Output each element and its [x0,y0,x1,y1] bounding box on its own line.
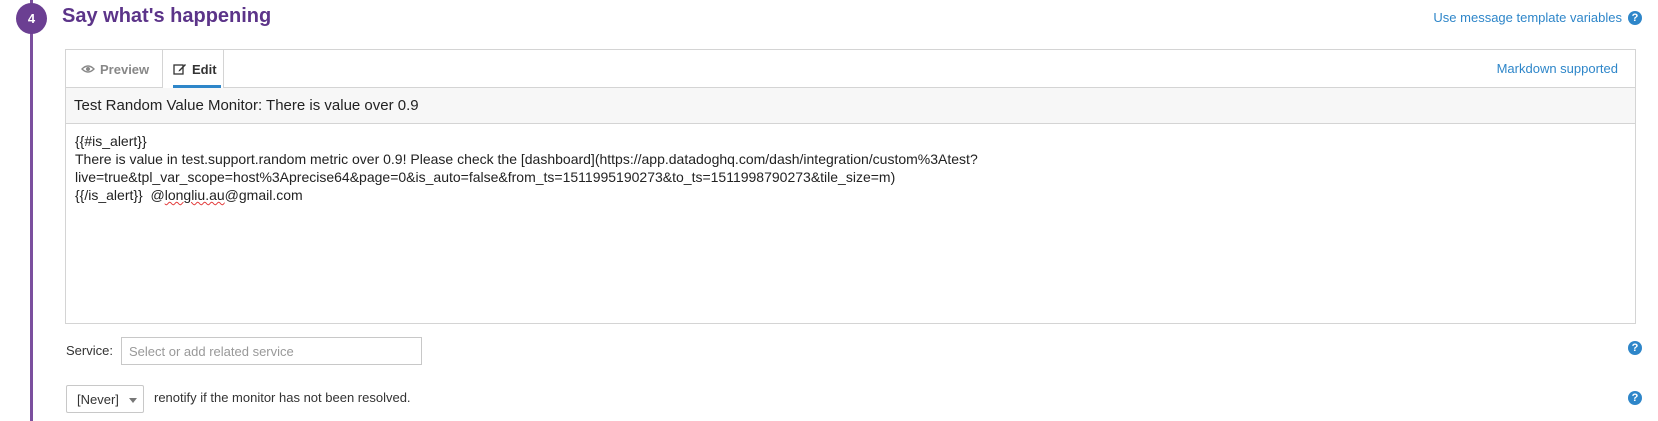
message-line: {{/is_alert}} @longliu.au@gmail.com [75,186,1626,204]
message-line: There is value in test.support.random me… [75,151,978,167]
message-line-suffix: @gmail.com [224,187,303,203]
renotify-selected-value: [Never] [77,391,119,407]
tab-edit[interactable]: Edit [162,50,224,88]
chevron-down-icon [129,398,137,403]
editor-tabs-bar: Preview Edit Markdown supported [66,50,1635,88]
renotify-description: renotify if the monitor has not been res… [154,390,411,405]
message-line: live=true&tpl_var_scope=host%3Aprecise64… [75,169,896,185]
service-label: Service: [66,343,113,358]
message-body-textarea[interactable]: {{#is_alert}} There is value in test.supp… [66,124,1635,212]
step-connector-line [30,0,33,421]
service-input[interactable]: Select or add related service [121,337,422,365]
step-title: Say what's happening [62,5,272,27]
message-title-input[interactable]: Test Random Value Monitor: There is valu… [66,88,1635,124]
markdown-supported-link[interactable]: Markdown supported [1497,61,1618,76]
tab-edit-label: Edit [192,61,217,77]
help-icon[interactable]: ? [1628,391,1642,405]
tab-preview[interactable]: Preview [81,50,149,88]
message-editor: Preview Edit Markdown supported Test Ran… [65,49,1636,324]
message-line-prefix: {{/is_alert}} @ [75,187,165,203]
step-number-badge: 4 [16,3,47,34]
misspelled-word: longliu.au [164,187,225,203]
message-line: {{#is_alert}} [75,133,147,149]
eye-icon [81,64,95,74]
tab-preview-label: Preview [100,61,150,77]
help-icon[interactable]: ? [1628,11,1642,25]
help-icon[interactable]: ? [1628,341,1642,355]
edit-icon [173,63,187,76]
message-template-variables-link[interactable]: Use message template variables [1433,10,1622,25]
renotify-interval-select[interactable]: [Never] [66,385,144,413]
